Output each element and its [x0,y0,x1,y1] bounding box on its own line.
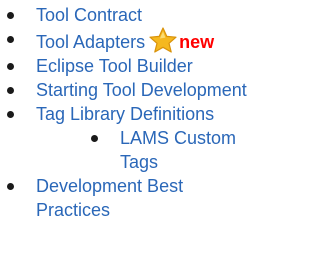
bullet-icon [7,36,14,43]
link-eclipse-tool-builder[interactable]: Eclipse Tool Builder [36,56,193,76]
list-item: LAMS Custom Tags [36,126,250,174]
sub-list: LAMS Custom Tags [36,126,250,174]
bullet-icon [91,135,98,142]
star-icon [149,27,177,53]
link-development-best-practices[interactable]: Development Best Practices [36,176,183,220]
list-item: Tag Library Definitions LAMS Custom Tags [0,102,256,174]
nav-list: Tool Contract Tool Adapters new Eclipse … [0,0,256,222]
bullet-icon [7,12,14,19]
bullet-icon [7,87,14,94]
list-item: Starting Tool Development [0,78,256,102]
link-tool-contract[interactable]: Tool Contract [36,5,142,25]
list-item: Tool Contract [0,3,256,27]
new-badge: new [179,32,215,52]
list-item: Development Best Practices [0,174,256,222]
bullet-icon [7,63,14,70]
list-item: Eclipse Tool Builder [0,54,256,78]
list-item: Tool Adapters new [0,27,256,54]
link-tool-adapters[interactable]: Tool Adapters [36,32,145,52]
bullet-icon [7,111,14,118]
link-lams-custom-tags[interactable]: LAMS Custom Tags [120,128,236,172]
link-tag-library-definitions[interactable]: Tag Library Definitions [36,104,214,124]
link-starting-tool-development[interactable]: Starting Tool Development [36,80,247,100]
bullet-icon [7,183,14,190]
